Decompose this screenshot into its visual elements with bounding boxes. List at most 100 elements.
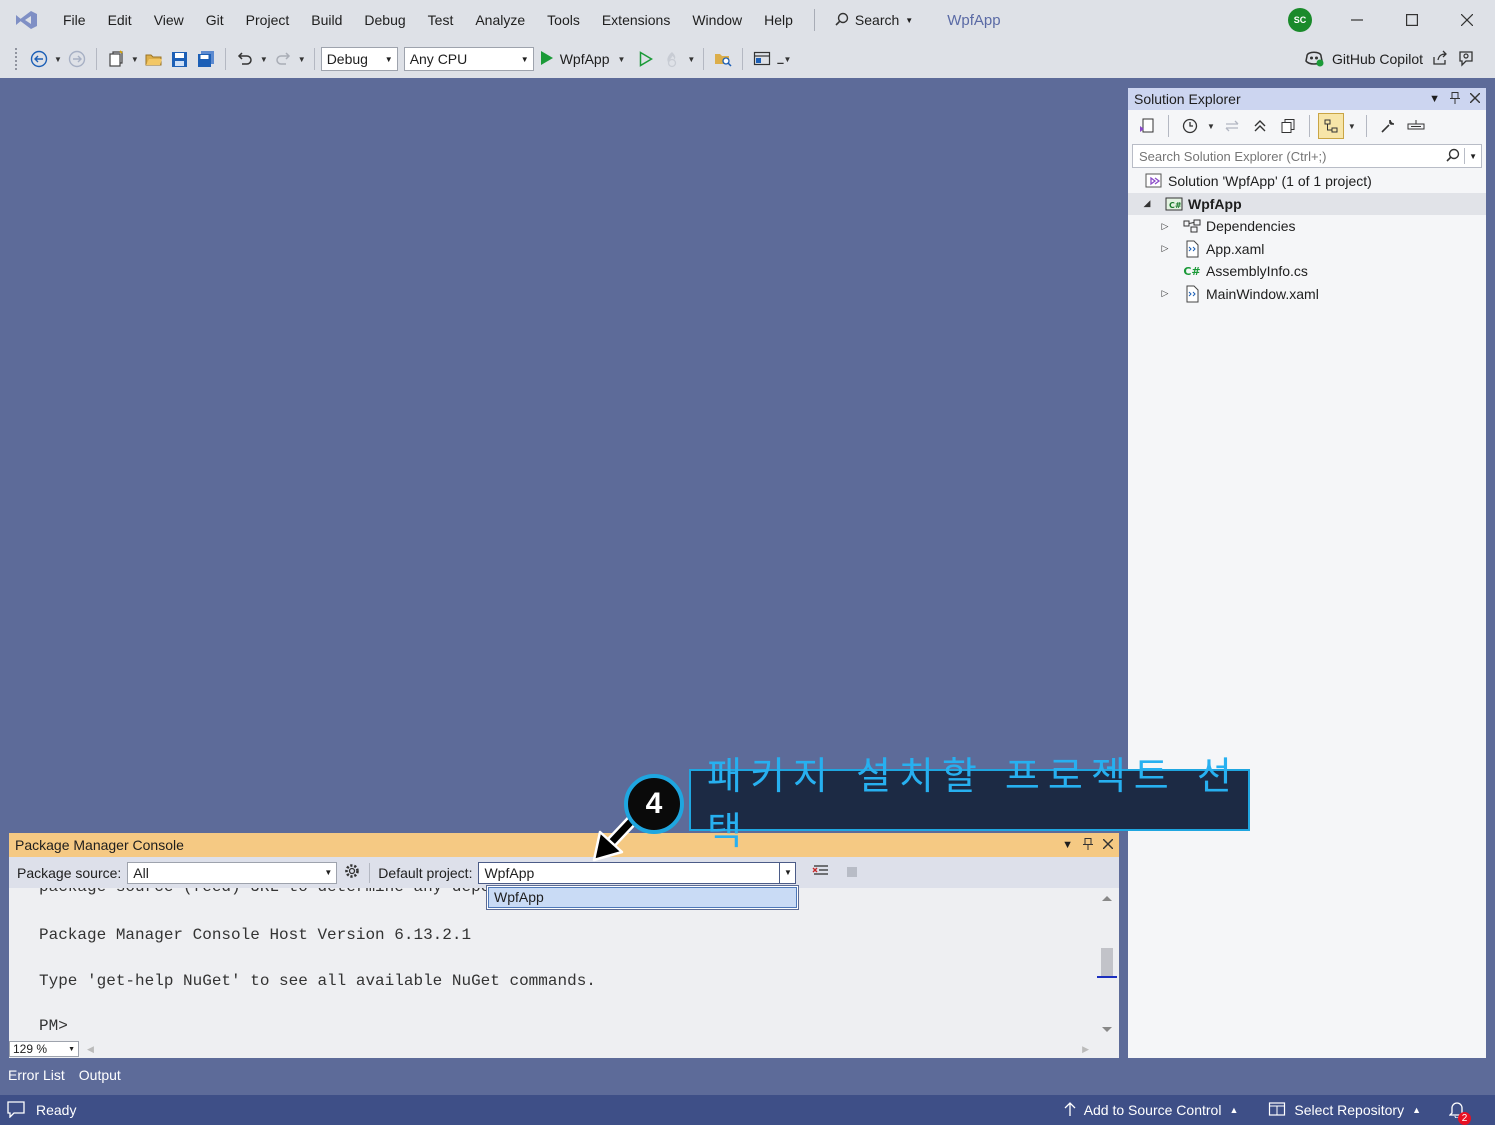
menu-window[interactable]: Window bbox=[681, 0, 753, 40]
start-without-debugging-icon[interactable] bbox=[633, 46, 659, 72]
solution-explorer-search-input[interactable] bbox=[1139, 148, 1439, 164]
stop-command-icon[interactable] bbox=[846, 865, 858, 881]
pending-changes-icon[interactable] bbox=[1177, 113, 1203, 139]
new-project-icon[interactable] bbox=[103, 46, 129, 72]
account-avatar[interactable]: SC bbox=[1288, 8, 1312, 32]
tab-error-list[interactable]: Error List bbox=[4, 1067, 69, 1099]
close-window-button[interactable] bbox=[1440, 0, 1494, 40]
solution-explorer-search[interactable]: ▼ bbox=[1132, 144, 1482, 168]
undo-icon[interactable] bbox=[232, 46, 258, 72]
scroll-left-icon[interactable]: ◀ bbox=[87, 1044, 94, 1055]
notifications-button[interactable]: 2 bbox=[1448, 1100, 1471, 1125]
menu-debug[interactable]: Debug bbox=[353, 0, 416, 40]
tree-item-app-xaml[interactable]: ▷ App.xaml bbox=[1128, 238, 1486, 261]
search-options-icon[interactable]: ▼ bbox=[1469, 152, 1477, 161]
save-all-icon[interactable] bbox=[193, 46, 219, 72]
expand-arrow-icon[interactable]: ▷ bbox=[1158, 243, 1172, 254]
menu-test[interactable]: Test bbox=[417, 0, 465, 40]
tree-item-mainwindow-xaml[interactable]: ▷ MainWindow.xaml bbox=[1128, 283, 1486, 306]
show-all-files-icon[interactable] bbox=[1275, 113, 1301, 139]
toolbar-grip-icon[interactable] bbox=[14, 47, 18, 71]
default-project-combo[interactable]: WpfApp ▼ bbox=[478, 861, 797, 884]
expand-arrow-icon[interactable]: ▷ bbox=[1158, 288, 1172, 299]
play-icon bbox=[540, 50, 554, 69]
chevron-down-icon[interactable]: ▼ bbox=[687, 55, 695, 64]
minimize-button[interactable] bbox=[1330, 0, 1384, 40]
chevron-down-icon[interactable]: ▼ bbox=[54, 55, 62, 64]
chevron-down-icon[interactable]: ▼ bbox=[779, 862, 795, 883]
save-icon[interactable] bbox=[167, 46, 193, 72]
toolbar-overflow-icon[interactable]: ▁▼ bbox=[777, 55, 791, 64]
collapse-all-icon[interactable] bbox=[1247, 113, 1273, 139]
properties-wrench-icon[interactable] bbox=[1375, 113, 1401, 139]
message-icon[interactable] bbox=[6, 1100, 26, 1121]
settings-gear-icon[interactable] bbox=[343, 862, 361, 883]
feedback-icon[interactable] bbox=[1457, 49, 1475, 70]
collapse-arrow-icon[interactable]: ◢ bbox=[1140, 198, 1154, 209]
scroll-right-icon[interactable]: ▶ bbox=[1082, 1044, 1089, 1055]
menu-git[interactable]: Git bbox=[195, 0, 235, 40]
navigate-forward-icon[interactable] bbox=[64, 46, 90, 72]
zoom-combo[interactable]: 129 % ▼ bbox=[9, 1041, 79, 1057]
toolbar-separator bbox=[369, 862, 371, 883]
search-icon[interactable] bbox=[1446, 148, 1460, 165]
github-copilot-button[interactable]: GitHub Copilot bbox=[1304, 40, 1475, 78]
menu-extensions[interactable]: Extensions bbox=[591, 0, 681, 40]
redo-icon[interactable] bbox=[270, 46, 296, 72]
menu-project[interactable]: Project bbox=[235, 0, 301, 40]
vertical-scrollbar[interactable] bbox=[1097, 888, 1117, 1040]
menu-edit[interactable]: Edit bbox=[97, 0, 143, 40]
pin-icon[interactable] bbox=[1450, 91, 1460, 107]
tree-item-solution[interactable]: Solution 'WpfApp' (1 of 1 project) bbox=[1128, 170, 1486, 193]
clear-console-icon[interactable] bbox=[812, 863, 830, 882]
solution-explorer-panel: Solution Explorer ▼ ▼ ▼ Search Solution … bbox=[1128, 88, 1486, 1058]
search-menu[interactable]: Search ▼ bbox=[825, 0, 923, 40]
package-source-combo[interactable]: All ▼ bbox=[127, 861, 338, 884]
tree-item-project[interactable]: ◢ C# WpfApp bbox=[1128, 192, 1486, 215]
switch-views-icon[interactable] bbox=[1134, 113, 1160, 139]
chevron-down-icon[interactable]: ▼ bbox=[131, 55, 139, 64]
share-icon[interactable] bbox=[1431, 49, 1449, 70]
window-layout-icon[interactable] bbox=[749, 46, 775, 72]
preview-selected-items-icon[interactable] bbox=[1403, 113, 1429, 139]
bottom-tool-tabs: Error List Output bbox=[0, 1062, 1495, 1099]
tree-item-dependencies[interactable]: ▷ Dependencies bbox=[1128, 215, 1486, 238]
menu-build[interactable]: Build bbox=[300, 0, 353, 40]
chevron-up-icon: ▲ bbox=[1412, 1105, 1421, 1115]
chevron-down-icon: ▼ bbox=[905, 15, 914, 25]
platform-combo[interactable]: Any CPU ▼ bbox=[403, 47, 534, 71]
copilot-label: GitHub Copilot bbox=[1331, 51, 1423, 67]
menu-analyze[interactable]: Analyze bbox=[464, 0, 536, 40]
chevron-down-icon[interactable]: ▼ bbox=[1207, 122, 1215, 131]
console-output[interactable]: package source (feed) URL to determine a… bbox=[9, 888, 1099, 1040]
solution-icon bbox=[1144, 172, 1164, 190]
dropdown-option-wpfapp[interactable]: WpfApp bbox=[488, 887, 797, 908]
expand-arrow-icon[interactable]: ▷ bbox=[1158, 221, 1172, 232]
close-icon[interactable] bbox=[1469, 92, 1481, 106]
console-line: Package Manager Console Host Version 6.1… bbox=[39, 926, 472, 944]
sync-with-document-icon[interactable] bbox=[1219, 113, 1245, 139]
configuration-combo[interactable]: Debug ▼ bbox=[320, 47, 398, 71]
chevron-down-icon[interactable]: ▼ bbox=[298, 55, 306, 64]
navigate-back-icon[interactable] bbox=[26, 46, 52, 72]
maximize-button[interactable] bbox=[1385, 0, 1439, 40]
menu-view[interactable]: View bbox=[143, 0, 195, 40]
menu-help[interactable]: Help bbox=[753, 0, 804, 40]
track-active-item-icon[interactable] bbox=[1317, 113, 1344, 139]
visual-studio-logo-icon[interactable] bbox=[0, 0, 52, 40]
chevron-down-icon[interactable]: ▼ bbox=[260, 55, 268, 64]
chevron-down-icon[interactable]: ▼ bbox=[1348, 122, 1356, 131]
select-repository-button[interactable]: Select Repository ▲ bbox=[1268, 1101, 1421, 1120]
menu-tools[interactable]: Tools bbox=[536, 0, 591, 40]
add-to-source-control-button[interactable]: Add to Source Control ▲ bbox=[1064, 1101, 1238, 1120]
solution-title: WpfApp bbox=[947, 11, 1001, 29]
console-prompt[interactable]: PM> bbox=[39, 1017, 68, 1035]
hot-reload-icon[interactable] bbox=[659, 46, 685, 72]
tree-item-assemblyinfo[interactable]: C# AssemblyInfo.cs bbox=[1128, 260, 1486, 283]
menu-file[interactable]: File bbox=[52, 0, 97, 40]
start-debugging-button[interactable]: WpfApp ▼ bbox=[534, 50, 634, 69]
open-folder-icon[interactable] bbox=[141, 46, 167, 72]
tab-output[interactable]: Output bbox=[74, 1067, 125, 1099]
find-in-files-icon[interactable] bbox=[710, 46, 736, 72]
panel-options-icon[interactable]: ▼ bbox=[1429, 93, 1440, 105]
